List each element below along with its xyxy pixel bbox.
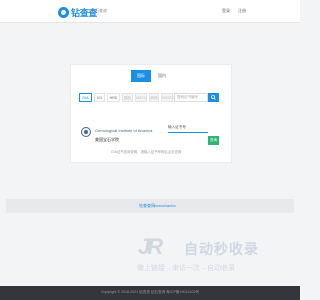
login-link[interactable]: 登录 — [222, 8, 230, 14]
lab-name-cn: 美国宝石学院 — [95, 137, 119, 142]
top-bar: 钻查查 钻石查询 登录 注册 — [0, 0, 300, 23]
filter-hrd[interactable]: HRD — [107, 93, 120, 102]
query-card: 国际 国内 GIA IGI HRD 国检 NGTC 其他 NGSTC 搜索证书编… — [70, 64, 232, 163]
footer: Copyright © 2018-2021 钻查查 钻石查询 粤ICP备1901… — [0, 286, 300, 300]
filter-ngtc-cn[interactable]: 国检 — [122, 93, 133, 102]
site-link[interactable]: 钻查查网 — [139, 203, 155, 209]
filter-ngtc[interactable]: NGTC — [135, 93, 147, 102]
certificate-number-input[interactable]: 输入证书号 — [168, 123, 208, 133]
gia-seal-icon — [81, 127, 91, 137]
filter-igi[interactable]: IGI — [94, 93, 105, 102]
register-link[interactable]: 注册 — [238, 8, 246, 14]
search-button[interactable] — [208, 93, 219, 102]
watermark-title: 自动秒收录 — [184, 241, 259, 257]
watermark-subtitle: 做上链接→来访一次→自动收录 — [137, 265, 235, 272]
lab-name: Gemological Institute of America — [95, 128, 153, 133]
filter-other[interactable]: 其他 — [149, 93, 159, 102]
search-input[interactable]: 搜索证书编号 — [174, 93, 208, 102]
filter-ngstc[interactable]: NGSTC — [161, 93, 175, 102]
filter-gia[interactable]: GIA — [79, 93, 92, 102]
tab-international[interactable]: 国际 — [131, 70, 151, 82]
watermark-logo: JR — [138, 234, 163, 259]
nav-diamond-query[interactable]: 钻石查询 — [91, 8, 107, 14]
query-hint: GIA证书查询说明：请输入证书号码后点击查询 — [111, 150, 182, 154]
logo-icon — [58, 6, 69, 18]
query-button[interactable]: 查询 — [208, 136, 219, 145]
footer-copyright: Copyright © 2018-2021 钻查查 钻石查询 粤ICP备1901… — [100, 290, 200, 294]
site-domain[interactable]: zuanchacha — [154, 203, 176, 208]
search-icon — [211, 95, 216, 100]
tab-domestic[interactable]: 国内 — [152, 70, 172, 82]
info-strip: 钻查查网 zuanchacha — [6, 199, 294, 213]
